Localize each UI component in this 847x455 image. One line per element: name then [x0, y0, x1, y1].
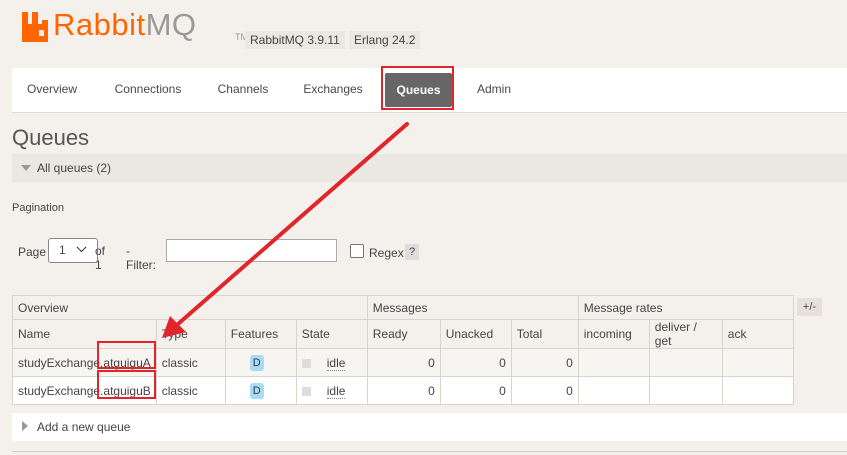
col-ready[interactable]: Ready [366, 319, 441, 349]
columns-toggle-button[interactable]: +/- [797, 298, 822, 316]
ready-count: 0 [366, 376, 441, 405]
regex-help-button[interactable]: ? [405, 244, 419, 260]
regex-label: Regex [369, 246, 404, 260]
deliver-get-rate [648, 376, 723, 405]
queues-tab-highlight [381, 66, 454, 110]
pagination-label: Pagination [12, 202, 64, 214]
page-select-value: 1 [59, 243, 66, 257]
col-deliver-get[interactable]: deliver / get [648, 319, 723, 349]
header: RabbitMQ TM RabbitMQ 3.9.11 Erlang 24.2 [0, 0, 847, 58]
queue-state: idle [295, 348, 368, 377]
ack-rate [721, 348, 795, 377]
expand-triangle-icon [22, 421, 28, 431]
page-count-label: of 1 [95, 244, 106, 272]
col-state[interactable]: State [295, 319, 368, 349]
group-message-rates: Message rates [577, 295, 795, 320]
unacked-count: 0 [439, 376, 512, 405]
erlang-version: Erlang 24.2 [349, 31, 421, 49]
add-queue-label: Add a new queue [37, 420, 131, 434]
filter-input[interactable] [166, 239, 337, 262]
logo-text: RabbitMQ [53, 7, 197, 42]
collapse-triangle-icon [21, 165, 31, 171]
queue-a-highlight [97, 341, 156, 369]
filter-label: - Filter: [126, 244, 156, 272]
tab-overview[interactable]: Overview [12, 68, 92, 110]
deliver-get-rate [648, 348, 723, 377]
state-square-icon [301, 358, 311, 368]
total-count: 0 [510, 376, 579, 405]
durable-badge: D [249, 354, 264, 371]
col-type[interactable]: Type [155, 319, 226, 349]
add-queue-section[interactable]: Add a new queue [12, 413, 847, 441]
queue-features: D [224, 348, 297, 377]
state-label: idle [326, 355, 346, 371]
tab-admin[interactable]: Admin [467, 68, 521, 110]
page-title: Queues [12, 125, 90, 150]
page-select[interactable]: 1 [48, 238, 98, 263]
queue-type: classic [155, 348, 226, 377]
col-total[interactable]: Total [510, 319, 579, 349]
ack-rate [721, 376, 795, 405]
col-ack[interactable]: ack [721, 319, 795, 349]
rabbitmq-version: RabbitMQ 3.9.11 [245, 31, 345, 49]
state-square-icon [301, 386, 311, 396]
tab-channels[interactable]: Channels [205, 68, 281, 110]
col-incoming[interactable]: incoming [577, 319, 650, 349]
queue-b-highlight [97, 370, 156, 399]
queue-type: classic [155, 376, 226, 405]
ready-count: 0 [366, 348, 441, 377]
group-messages: Messages [366, 295, 579, 320]
all-queues-section[interactable]: All queues (2) [12, 154, 847, 182]
rabbitmq-logo-icon [22, 12, 48, 42]
tab-exchanges[interactable]: Exchanges [294, 68, 372, 110]
group-overview: Overview [12, 295, 368, 320]
tab-connections[interactable]: Connections [104, 68, 192, 110]
all-queues-label: All queues (2) [37, 161, 112, 175]
incoming-rate [577, 348, 650, 377]
queue-state: idle [295, 376, 368, 405]
queue-features: D [224, 376, 297, 405]
chevron-down-icon [76, 242, 87, 253]
durable-badge: D [249, 382, 264, 399]
col-features[interactable]: Features [224, 319, 297, 349]
incoming-rate [577, 376, 650, 405]
state-label: idle [326, 383, 346, 399]
regex-checkbox[interactable] [350, 244, 364, 258]
divider [12, 451, 847, 452]
total-count: 0 [510, 348, 579, 377]
col-unacked[interactable]: Unacked [439, 319, 512, 349]
unacked-count: 0 [439, 348, 512, 377]
page-label: Page [18, 245, 47, 259]
